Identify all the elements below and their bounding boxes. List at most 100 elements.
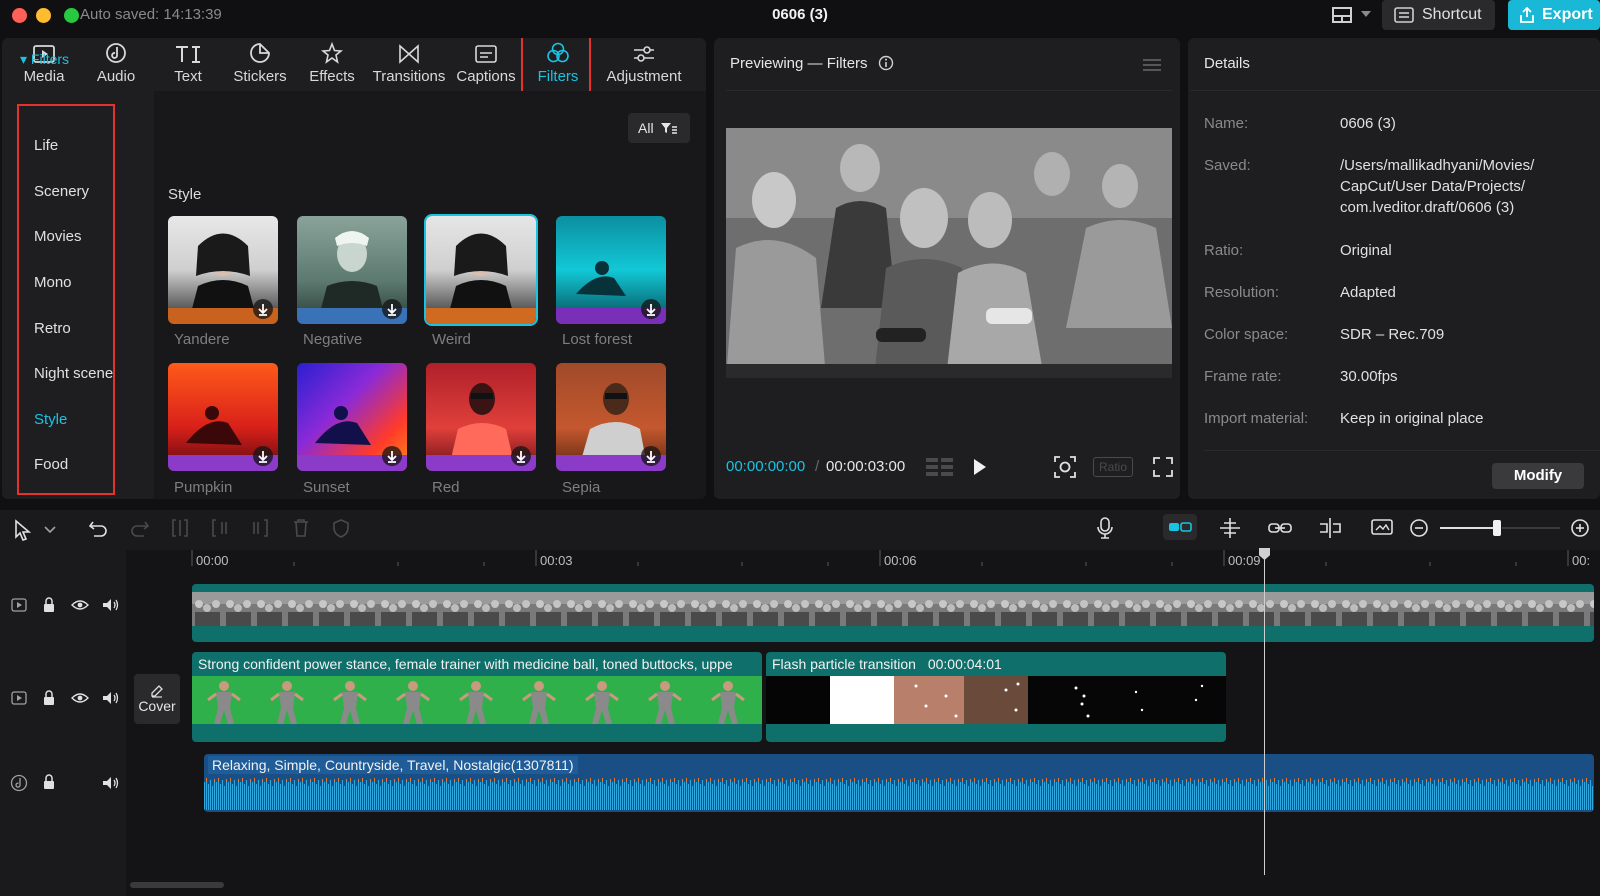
delete-icon[interactable] <box>292 518 310 538</box>
ratio-button[interactable]: Ratio <box>1093 457 1133 477</box>
zoom-in-icon[interactable] <box>1570 518 1590 538</box>
pencil-icon <box>151 685 163 698</box>
all-filter-dropdown[interactable]: All <box>628 113 690 143</box>
tab-adjustment-label: Adjustment <box>606 68 682 85</box>
close-window-button[interactable] <box>12 8 27 23</box>
ruler-label-end: 00: <box>1572 553 1591 568</box>
chevron-down-icon[interactable] <box>44 526 56 534</box>
grid-view-icon[interactable] <box>926 457 954 477</box>
tab-effects[interactable]: Effects <box>296 38 368 91</box>
cover-label: Cover <box>138 698 176 714</box>
tab-audio-label: Audio <box>96 68 136 85</box>
filter-thumb-negative[interactable] <box>297 216 407 324</box>
filter-thumb-lost-forest[interactable] <box>556 216 666 324</box>
link-icon[interactable] <box>1268 519 1292 537</box>
audio-clip[interactable]: Relaxing, Simple, Countryside, Travel, N… <box>204 754 1594 812</box>
detail-key-name: Name: <box>1204 115 1249 132</box>
filter-thumb-red[interactable] <box>426 363 536 471</box>
playhead[interactable] <box>1264 550 1265 875</box>
export-icon <box>1520 6 1534 23</box>
shortcut-button[interactable]: Shortcut <box>1382 0 1495 30</box>
tab-captions[interactable]: Captions <box>450 38 522 91</box>
magnet-link-icon <box>1169 522 1192 532</box>
play-icon[interactable] <box>972 457 988 477</box>
select-cursor-icon[interactable] <box>14 519 32 541</box>
zoom-slider-track[interactable] <box>1440 527 1496 529</box>
clip-filmstrip <box>192 592 1594 626</box>
main-video-clip[interactable] <box>192 584 1594 642</box>
asset-toolbar: Media Audio Text Stickers Effects Transi… <box>2 38 706 91</box>
shield-icon[interactable] <box>332 518 350 538</box>
tab-text[interactable]: Text <box>152 38 224 91</box>
lock-icon[interactable] <box>42 690 56 706</box>
speaker-icon[interactable] <box>102 598 120 612</box>
transition-clip[interactable]: Flash particle transition 00:00:04:01 <box>766 652 1226 742</box>
overlay-video-clip[interactable]: Strong confident power stance, female tr… <box>192 652 762 742</box>
speaker-icon[interactable] <box>102 691 120 705</box>
tab-text-label: Text <box>174 68 202 85</box>
timeline-scrollbar[interactable] <box>130 882 224 888</box>
filter-thumb-weird[interactable] <box>426 216 536 324</box>
download-icon[interactable] <box>641 299 661 319</box>
maximize-window-button[interactable] <box>64 8 79 23</box>
export-button[interactable]: Export <box>1508 0 1600 30</box>
download-icon[interactable] <box>253 299 273 319</box>
microphone-icon[interactable] <box>1096 516 1114 540</box>
filter-thumb-pumpkin[interactable] <box>168 363 278 471</box>
transition-duration: 00:00:04:01 <box>927 656 1002 672</box>
audio-waveform <box>204 776 1594 810</box>
download-icon[interactable] <box>382 299 402 319</box>
tab-transitions[interactable]: Transitions <box>368 38 450 91</box>
download-icon[interactable] <box>641 446 661 466</box>
effects-icon <box>321 42 343 64</box>
split-icon[interactable] <box>170 518 190 538</box>
eye-icon[interactable] <box>71 599 89 611</box>
details-divider <box>1190 90 1600 91</box>
filters-category-header[interactable]: ▾ Filters <box>20 51 69 68</box>
trim-left-icon[interactable] <box>210 518 230 538</box>
video-preview[interactable] <box>726 128 1172 378</box>
lock-icon[interactable] <box>42 597 56 613</box>
transition-name: Flash particle transition <box>772 656 916 672</box>
preview-axis-icon[interactable] <box>1318 517 1342 539</box>
preview-title: Previewing — Filters <box>730 55 894 72</box>
download-icon[interactable] <box>511 446 531 466</box>
thumbnail-icon[interactable] <box>1370 517 1394 539</box>
speaker-icon[interactable] <box>102 776 120 790</box>
lock-icon[interactable] <box>42 774 56 790</box>
detail-key-frame-rate: Frame rate: <box>1204 368 1282 385</box>
preview-title-text: Previewing — Filters <box>730 55 868 72</box>
download-icon[interactable] <box>253 446 273 466</box>
screenshot-icon[interactable] <box>1053 455 1077 479</box>
fullscreen-icon[interactable] <box>1152 456 1174 478</box>
menu-icon[interactable] <box>1143 58 1161 72</box>
redo-icon[interactable] <box>130 518 150 538</box>
modify-button[interactable]: Modify <box>1492 463 1584 489</box>
project-title: 0606 (3) <box>772 6 828 23</box>
zoom-slider-handle[interactable] <box>1493 520 1501 536</box>
filter-thumb-sepia[interactable] <box>556 363 666 471</box>
tab-captions-label: Captions <box>456 68 516 85</box>
eye-icon[interactable] <box>71 692 89 704</box>
auto-snap-icon[interactable] <box>1218 517 1242 539</box>
filter-name-pumpkin: Pumpkin <box>174 479 233 496</box>
filter-thumb-yandere[interactable] <box>168 216 278 324</box>
cover-button[interactable]: Cover <box>134 674 180 724</box>
layout-icon[interactable] <box>1332 7 1352 23</box>
preview-divider <box>726 90 1172 91</box>
minimize-window-button[interactable] <box>36 8 51 23</box>
main-track-magnet-toggle[interactable] <box>1163 514 1197 540</box>
tab-audio[interactable]: Audio <box>80 38 152 91</box>
info-icon[interactable] <box>878 55 894 71</box>
tab-stickers[interactable]: Stickers <box>224 38 296 91</box>
detail-key-import-material: Import material: <box>1204 410 1309 427</box>
chevron-down-icon[interactable] <box>1361 10 1371 18</box>
autosave-status: Auto saved: 14:13:39 <box>80 6 222 23</box>
filter-thumb-sunset[interactable] <box>297 363 407 471</box>
tab-adjustment[interactable]: Adjustment <box>594 38 694 91</box>
download-icon[interactable] <box>382 446 402 466</box>
zoom-out-icon[interactable] <box>1409 518 1429 538</box>
filter-name-lost-forest: Lost forest <box>562 331 633 348</box>
trim-right-icon[interactable] <box>250 518 270 538</box>
undo-icon[interactable] <box>88 518 108 538</box>
